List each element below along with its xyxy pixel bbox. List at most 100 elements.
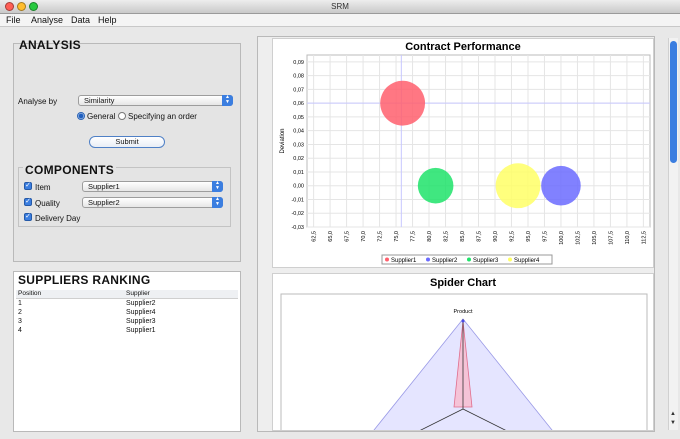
quality-label: Quality <box>35 199 60 208</box>
x-tick-label: 67,5 <box>345 231 351 242</box>
x-tick-label: 110,0 <box>625 231 631 244</box>
quality-select-value: Supplier2 <box>88 198 120 207</box>
contract-performance-chart: Contract Performance 0,09 0,08 0,07 0,06 0,05… <box>272 38 654 268</box>
quality-checkbox[interactable]: ✓ <box>24 198 32 206</box>
scroll-up-icon[interactable]: ▲ <box>670 411 676 417</box>
y-tick-label: 0,03 <box>293 142 304 148</box>
y-tick-label: 0,05 <box>293 115 304 121</box>
y-tick-label: 0,01 <box>293 170 304 176</box>
x-tick-label: 95,0 <box>526 231 532 242</box>
legend-label-supplier4: Supplier4 <box>514 258 540 264</box>
menu-data[interactable]: Data <box>71 15 90 25</box>
x-tick-label: 75,0 <box>394 231 400 242</box>
table-row[interactable]: 2 Supplier4 <box>16 309 238 318</box>
ranking-position-cell: 1 <box>18 300 22 307</box>
x-tick-label: 62,5 <box>312 231 318 242</box>
table-row[interactable]: 1 Supplier2 <box>16 300 238 309</box>
analysis-panel <box>13 43 241 262</box>
submit-button[interactable]: Submit <box>89 136 165 148</box>
x-tick-label: 100,0 <box>559 231 565 245</box>
y-axis-label: Deviation <box>280 128 286 153</box>
ranking-supplier-cell: Supplier4 <box>126 309 156 316</box>
analyse-by-label: Analyse by <box>18 97 58 106</box>
y-tick-label: 0,06 <box>293 101 304 107</box>
ranking-heading: SUPPLIERS RANKING <box>18 273 151 287</box>
x-tick-label: 112,5 <box>641 231 647 244</box>
ranking-position-cell: 3 <box>18 318 22 325</box>
radio-order-label: Specifying an order <box>128 112 197 121</box>
legend-swatch-supplier2 <box>426 257 430 262</box>
analyse-by-select[interactable]: Similarity ▲ ▼ <box>78 95 233 106</box>
components-heading: COMPONENTS <box>23 163 117 177</box>
chevron-updown-icon: ▲ ▼ <box>212 181 223 192</box>
legend-swatch-supplier3 <box>467 257 471 262</box>
scrollbar-thumb[interactable] <box>670 41 677 163</box>
bubble-supplier4 <box>495 163 541 209</box>
x-tick-label: 72,5 <box>378 231 384 242</box>
x-tick-label: 107,5 <box>608 231 614 245</box>
y-tick-label: -0,01 <box>291 197 304 203</box>
x-tick-label: 82,5 <box>444 231 450 242</box>
y-tick-label: 0,07 <box>293 87 304 93</box>
quality-select[interactable]: Supplier2 ▲ ▼ <box>82 197 223 208</box>
y-tick-label: -0,02 <box>291 211 304 217</box>
y-tick-label: 0,00 <box>293 184 304 190</box>
radio-general-label: General <box>87 112 116 121</box>
x-tick-label: 102,5 <box>575 231 581 245</box>
chevron-updown-icon: ▲ ▼ <box>222 95 233 106</box>
chart-title: Spider Chart <box>430 277 496 289</box>
ranking-col-supplier[interactable]: Supplier <box>126 290 150 297</box>
legend-swatch-supplier1 <box>385 257 389 262</box>
analyse-by-value: Similarity <box>84 96 115 105</box>
x-tick-label: 85,0 <box>460 231 466 242</box>
legend-label-supplier1: Supplier1 <box>391 258 417 264</box>
chart-title: Contract Performance <box>405 41 521 53</box>
spider-chart: Spider Chart Product <box>272 273 654 439</box>
spider-point <box>461 319 465 323</box>
scroll-down-icon[interactable]: ▼ <box>670 420 676 426</box>
x-tick-label: 77,5 <box>411 231 417 242</box>
item-select[interactable]: Supplier1 ▲ ▼ <box>82 181 223 192</box>
item-checkbox[interactable]: ✓ <box>24 182 32 190</box>
x-tick-label: 80,0 <box>427 231 433 242</box>
menu-bar: File Analyse Data Help <box>0 14 680 27</box>
ranking-supplier-cell: Supplier3 <box>126 318 156 325</box>
title-bar: SRM <box>0 0 680 14</box>
ranking-table-header: Position Supplier <box>16 290 238 299</box>
legend-label-supplier3: Supplier3 <box>473 258 499 264</box>
menu-analyse[interactable]: Analyse <box>31 15 63 25</box>
x-tick-label: 105,0 <box>592 231 598 245</box>
delivery-day-label: Delivery Day <box>35 214 81 223</box>
legend-swatch-supplier4 <box>508 257 512 262</box>
x-tick-label: 87,5 <box>477 231 483 242</box>
radio-specifying-order[interactable] <box>118 112 126 120</box>
delivery-day-checkbox[interactable]: ✓ <box>24 213 32 221</box>
y-tick-label: -0,03 <box>291 225 304 231</box>
y-tick-label: 0,09 <box>293 60 304 66</box>
y-tick-label: 0,08 <box>293 74 304 80</box>
window-title: SRM <box>331 2 349 11</box>
ranking-position-cell: 4 <box>18 327 22 334</box>
vertical-scrollbar[interactable]: ▲ ▼ <box>668 38 678 430</box>
ranking-supplier-cell: Supplier1 <box>126 327 156 334</box>
menu-file[interactable]: File <box>6 15 21 25</box>
chevron-updown-icon: ▲ ▼ <box>212 197 223 208</box>
ranking-col-position[interactable]: Position <box>18 290 41 297</box>
table-row[interactable]: 3 Supplier3 <box>16 318 238 327</box>
x-tick-label: 65,0 <box>328 231 334 242</box>
table-row[interactable]: 4 Supplier1 <box>16 327 238 336</box>
x-tick-label: 90,0 <box>493 231 499 242</box>
item-select-value: Supplier1 <box>88 182 120 191</box>
item-label: Item <box>35 183 51 192</box>
y-tick-label: 0,02 <box>293 156 304 162</box>
ranking-supplier-cell: Supplier2 <box>126 300 156 307</box>
contract-performance-plot: Contract Performance 0,09 0,08 0,07 0,06 0,05… <box>280 41 651 265</box>
y-tick-label: 0,04 <box>293 129 304 135</box>
analysis-heading: ANALYSIS <box>19 38 81 52</box>
legend-label-supplier2: Supplier2 <box>432 258 458 264</box>
radio-general[interactable] <box>77 112 85 120</box>
bubble-supplier3 <box>417 167 454 204</box>
menu-help[interactable]: Help <box>98 15 117 25</box>
x-tick-label: 97,5 <box>542 231 548 242</box>
x-tick-label: 92,5 <box>509 231 515 242</box>
